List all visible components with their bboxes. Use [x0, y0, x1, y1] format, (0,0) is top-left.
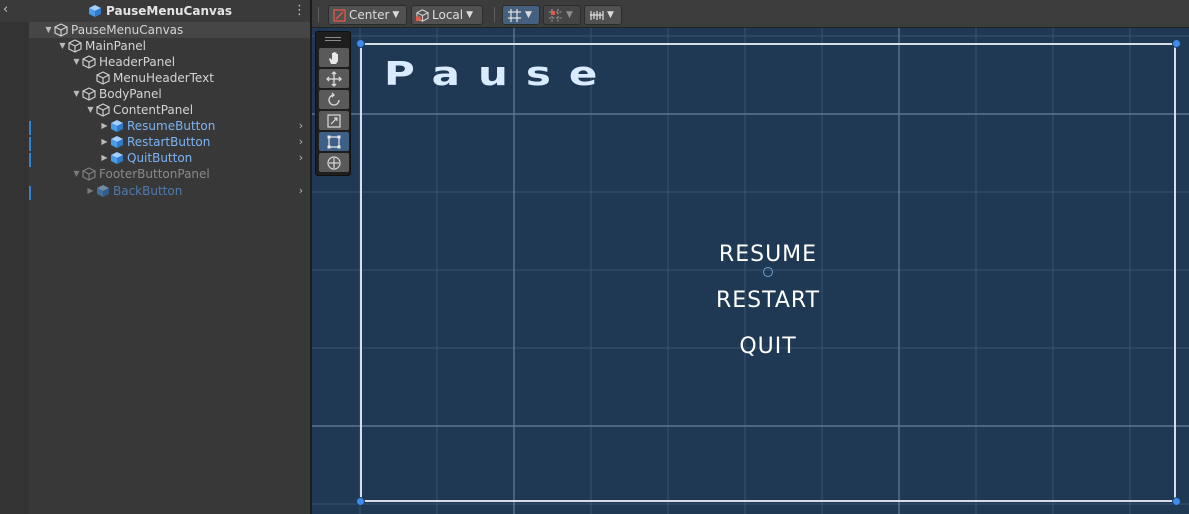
gameobject-cube-icon	[68, 39, 82, 53]
kebab-menu-icon[interactable]: ⋮	[293, 3, 306, 19]
grid-icon	[508, 8, 521, 22]
gameobject-cube-icon	[82, 55, 96, 69]
move-tool-button[interactable]	[319, 69, 349, 88]
rect-handle-top-right[interactable]	[1172, 39, 1181, 48]
rotate-tool-button[interactable]	[319, 90, 349, 109]
gameobject-cube-icon	[82, 87, 96, 101]
hierarchy-row-label: FooterButtonPanel	[99, 167, 210, 181]
grid-snap-icon	[549, 8, 562, 22]
move-arrows-icon	[326, 70, 342, 87]
grid-snapping-toggle[interactable]: ▼	[543, 5, 581, 25]
chevron-down-icon: ▼	[607, 10, 614, 20]
chevron-down-icon: ▼	[525, 10, 532, 20]
scene-view[interactable]: Center ▼ Local ▼ ▼ ▼ ▼ Pause RESUME REST…	[310, 0, 1189, 514]
hierarchy-row-restartbutton[interactable]: ▶ RestartButton ›	[29, 134, 310, 150]
transform-tool-button[interactable]	[319, 153, 349, 172]
hierarchy-row-resumebutton[interactable]: ▶ ResumeButton ›	[29, 118, 310, 134]
scale-tool-button[interactable]	[319, 111, 349, 130]
rect-tool-button[interactable]	[319, 132, 349, 151]
hand-tool-button[interactable]	[319, 48, 349, 67]
hierarchy-row-bodypanel[interactable]: ▼ BodyPanel	[29, 86, 310, 102]
hierarchy-header: ‹ PauseMenuCanvas ⋮	[0, 0, 310, 22]
open-prefab-chevron-icon[interactable]: ›	[296, 118, 306, 134]
hierarchy-row-label: QuitButton	[127, 151, 193, 165]
prefab-cube-icon	[111, 136, 123, 148]
hierarchy-row-label: PauseMenuCanvas	[71, 23, 184, 37]
open-prefab-chevron-icon[interactable]: ›	[296, 134, 306, 150]
resume-button-text[interactable]: RESUME	[632, 243, 904, 267]
gameobject-cube-icon	[96, 103, 110, 117]
hierarchy-row-menuheadertext[interactable]: MenuHeaderText	[29, 70, 310, 86]
gameobject-cube-icon	[96, 71, 110, 85]
grid-visibility-toggle[interactable]: ▼	[502, 5, 540, 25]
collapse-arrow-icon[interactable]: ▶	[99, 134, 110, 150]
gameobject-cube-icon	[82, 167, 96, 181]
pivot-circle-icon[interactable]	[763, 267, 773, 277]
hierarchy-row-contentpanel[interactable]: ▼ ContentPanel	[29, 102, 310, 118]
open-prefab-chevron-icon[interactable]: ›	[296, 150, 306, 166]
hierarchy-row-label: RestartButton	[127, 135, 211, 149]
expand-arrow-icon[interactable]: ▼	[57, 38, 68, 54]
hierarchy-row-label: BodyPanel	[99, 87, 162, 101]
prefab-cube-icon	[89, 5, 101, 17]
back-arrow-icon[interactable]: ‹	[3, 3, 15, 17]
quit-button-text[interactable]: QUIT	[632, 335, 904, 359]
scene-toolbar: Center ▼ Local ▼ ▼ ▼ ▼	[312, 0, 1189, 28]
chevron-down-icon: ▼	[466, 10, 474, 20]
pause-header-text[interactable]: Pause	[384, 56, 615, 92]
prefab-cube-icon	[111, 120, 123, 132]
rect-handle-bottom-left[interactable]	[356, 497, 365, 506]
rect-handle-top-left[interactable]	[356, 39, 365, 48]
hierarchy-row-label: MainPanel	[85, 39, 147, 53]
open-prefab-chevron-icon[interactable]: ›	[296, 183, 306, 199]
scale-icon	[327, 113, 341, 128]
hierarchy-row-quitbutton[interactable]: ▶ QuitButton ›	[29, 150, 310, 166]
chevron-down-icon: ▼	[566, 10, 573, 20]
expand-arrow-icon[interactable]: ▼	[71, 86, 82, 102]
hierarchy-prefab-title: PauseMenuCanvas	[88, 3, 232, 19]
toolbar-grip	[318, 7, 319, 22]
expand-arrow-icon[interactable]: ▼	[71, 54, 82, 70]
prefab-cube-icon	[111, 152, 123, 164]
collapse-arrow-icon[interactable]: ▶	[99, 150, 110, 166]
hierarchy-row-label: ResumeButton	[127, 119, 216, 133]
hierarchy-row-footerbuttonpanel[interactable]: ▼ FooterButtonPanel	[29, 166, 310, 182]
hierarchy-title-text: PauseMenuCanvas	[106, 4, 233, 18]
gameobject-cube-icon	[54, 23, 68, 37]
expand-arrow-icon[interactable]: ▼	[71, 166, 82, 182]
collapse-arrow-icon[interactable]: ▶	[99, 118, 110, 134]
expand-arrow-icon[interactable]: ▼	[85, 102, 96, 118]
rect-handle-bottom-right[interactable]	[1172, 497, 1181, 506]
hierarchy-panel: ‹ PauseMenuCanvas ⋮ ▼ PauseMenuCanvas ▼ …	[0, 0, 310, 514]
pivot-mode-label: Center	[349, 8, 390, 22]
pivot-rotation-dropdown[interactable]: Local ▼	[411, 5, 483, 25]
pivot-mode-dropdown[interactable]: Center ▼	[328, 5, 407, 25]
ruler-icon	[590, 10, 604, 20]
increment-snapping-dropdown[interactable]: ▼	[584, 5, 622, 25]
expand-arrow-icon[interactable]: ▼	[43, 22, 54, 38]
hierarchy-row-label: BackButton	[113, 184, 183, 198]
rotate-icon	[328, 92, 340, 106]
transform-icon	[327, 155, 341, 170]
hierarchy-row-label: HeaderPanel	[99, 55, 176, 69]
hand-icon	[329, 51, 338, 64]
restart-button-text[interactable]: RESTART	[632, 289, 904, 313]
hierarchy-row-mainpanel[interactable]: ▼ MainPanel	[29, 38, 310, 54]
rect-transform-icon	[327, 135, 341, 148]
pivot-rotation-label: Local	[432, 8, 464, 22]
hierarchy-row-label: MenuHeaderText	[113, 71, 214, 85]
hierarchy-gutter	[0, 0, 29, 514]
collapse-arrow-icon[interactable]: ▶	[85, 183, 96, 199]
local-space-cube-icon	[416, 8, 429, 22]
hierarchy-row-headerpanel[interactable]: ▼ HeaderPanel	[29, 54, 310, 70]
chevron-down-icon: ▼	[392, 10, 400, 20]
hierarchy-row-pausemenucanvas[interactable]: ▼ PauseMenuCanvas	[29, 22, 310, 38]
hierarchy-row-label: ContentPanel	[113, 103, 194, 117]
overlay-grip-icon[interactable]	[325, 37, 341, 41]
scene-tools-overlay	[315, 31, 351, 176]
pivot-center-icon	[333, 8, 346, 22]
prefab-cube-icon	[97, 185, 109, 197]
toolbar-grip	[494, 7, 495, 22]
hierarchy-row-backbutton[interactable]: ▶ BackButton ›	[29, 183, 310, 199]
